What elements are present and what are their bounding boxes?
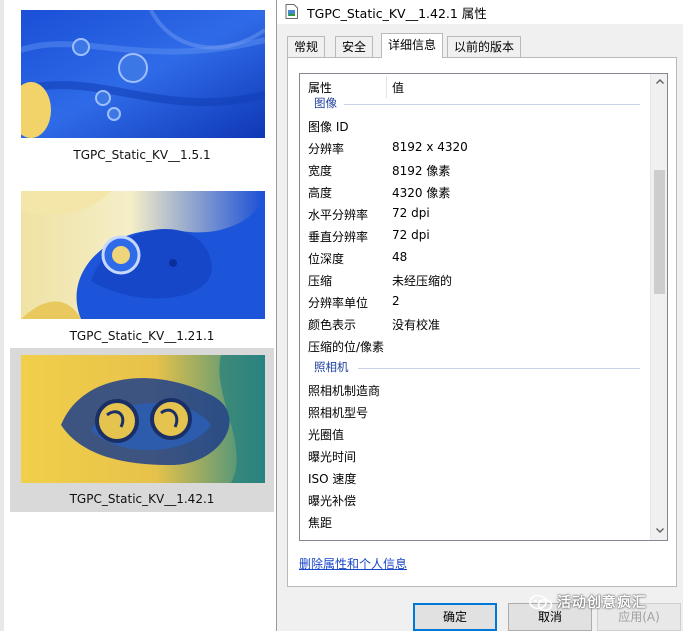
file-name[interactable]: TGPC_Static_KV__1.42.1 xyxy=(10,492,274,506)
group-title: 图像 xyxy=(314,96,337,110)
property-row[interactable]: 曝光补偿 xyxy=(300,489,651,511)
property-value: 8192 x 4320 xyxy=(392,140,468,154)
properties-dialog: TGPC_Static_KV__1.42.1 属性 常规 安全 详细信息 以前的… xyxy=(276,0,683,631)
property-value: 2 xyxy=(392,294,400,308)
property-row[interactable]: 曝光时间 xyxy=(300,445,651,467)
property-value: 72 dpi xyxy=(392,206,430,220)
property-value: 未经压缩的 xyxy=(392,274,453,288)
property-row[interactable]: ISO 速度 xyxy=(300,467,651,489)
file-thumbnail[interactable] xyxy=(21,355,265,483)
remove-properties-link[interactable]: 删除属性和个人信息 xyxy=(299,555,407,572)
details-panel: 属性 值 图像 图像 ID 分辨率 8192 x 4320 宽度 8192 像素 高… xyxy=(287,57,677,587)
property-key: 宽度 xyxy=(308,164,333,178)
group-divider xyxy=(358,368,640,369)
property-key: 高度 xyxy=(308,186,333,200)
pane-edge xyxy=(0,0,4,631)
property-row[interactable]: 焦距 xyxy=(300,511,651,533)
property-key: 分辨率 xyxy=(308,142,345,156)
file-explorer-pane: TGPC_Static_KV__1.5.1 TGPC_Static_KV__1.… xyxy=(0,0,276,631)
file-thumbnail[interactable] xyxy=(21,10,265,138)
property-value: 48 xyxy=(392,250,408,264)
tab-security[interactable]: 安全 xyxy=(335,36,374,57)
property-value: 8192 像素 xyxy=(392,164,451,178)
file-thumbnail[interactable] xyxy=(21,191,265,319)
property-key: ISO 速度 xyxy=(308,472,357,486)
scroll-down-arrow-icon[interactable] xyxy=(651,523,667,540)
vertical-scrollbar[interactable] xyxy=(650,74,667,540)
property-row[interactable]: 颜色表示 没有校准 xyxy=(300,313,651,335)
property-row[interactable]: 高度 4320 像素 xyxy=(300,181,651,203)
property-row[interactable]: 图像 ID xyxy=(300,115,651,137)
tab-general[interactable]: 常规 xyxy=(287,36,326,57)
property-value: 没有校准 xyxy=(392,318,441,332)
file-name[interactable]: TGPC_Static_KV__1.21.1 xyxy=(10,329,274,343)
group-divider xyxy=(344,104,640,105)
property-row[interactable]: 位深度 48 xyxy=(300,247,651,269)
tab-details[interactable]: 详细信息 xyxy=(381,33,444,58)
property-key: 分辨率单位 xyxy=(308,296,369,310)
property-key: 光圈值 xyxy=(308,428,345,442)
watermark-text: 活动创意疯汇 xyxy=(557,595,647,611)
file-tile[interactable]: TGPC_Static_KV__1.5.1 xyxy=(10,0,274,176)
property-row[interactable]: 光圈值 xyxy=(300,423,651,445)
property-row[interactable]: 照相机型号 xyxy=(300,401,651,423)
property-value: 72 dpi xyxy=(392,228,430,242)
scroll-thumb[interactable] xyxy=(654,170,665,294)
property-key: 水平分辨率 xyxy=(308,208,369,222)
property-row[interactable]: 压缩的位/像素 xyxy=(300,335,651,357)
property-key: 照相机型号 xyxy=(308,406,369,420)
property-row[interactable]: 分辨率单位 2 xyxy=(300,291,651,313)
property-row[interactable]: 垂直分辨率 72 dpi xyxy=(300,225,651,247)
property-key: 照相机制造商 xyxy=(308,384,381,398)
property-key: 颜色表示 xyxy=(308,318,357,332)
property-row[interactable]: 水平分辨率 72 dpi xyxy=(300,203,651,225)
property-row[interactable]: 分辨率 8192 x 4320 xyxy=(300,137,651,159)
group-header-image: 图像 xyxy=(300,94,651,114)
property-key: 图像 ID xyxy=(308,120,349,134)
property-key: 曝光时间 xyxy=(308,450,357,464)
property-key: 垂直分辨率 xyxy=(308,230,369,244)
property-row[interactable]: 压缩 未经压缩的 xyxy=(300,269,651,291)
property-key: 压缩的位/像素 xyxy=(308,340,385,354)
group-title: 照相机 xyxy=(314,360,349,374)
group-header-camera: 照相机 xyxy=(300,358,651,378)
property-key: 曝光补偿 xyxy=(308,494,357,508)
property-list[interactable]: 属性 值 图像 图像 ID 分辨率 8192 x 4320 宽度 8192 像素 高… xyxy=(299,73,668,541)
file-tile-selected[interactable]: TGPC_Static_KV__1.42.1 xyxy=(10,348,274,512)
tab-previous-versions[interactable]: 以前的版本 xyxy=(447,36,522,57)
property-row[interactable]: 宽度 8192 像素 xyxy=(300,159,651,181)
ok-button[interactable]: 确定 xyxy=(413,603,497,631)
property-row[interactable]: 照相机制造商 xyxy=(300,379,651,401)
file-name[interactable]: TGPC_Static_KV__1.5.1 xyxy=(10,148,274,162)
property-key: 焦距 xyxy=(308,516,333,530)
property-value: 4320 像素 xyxy=(392,186,451,200)
property-key: 位深度 xyxy=(308,252,345,266)
scroll-up-arrow-icon[interactable] xyxy=(651,74,667,91)
title-bar[interactable]: TGPC_Static_KV__1.42.1 属性 xyxy=(277,0,683,24)
window-title: TGPC_Static_KV__1.42.1 属性 xyxy=(307,6,487,21)
wechat-icon xyxy=(529,594,553,615)
image-file-icon xyxy=(285,4,298,19)
file-tile[interactable]: TGPC_Static_KV__1.21.1 xyxy=(10,176,274,348)
property-key: 压缩 xyxy=(308,274,333,288)
